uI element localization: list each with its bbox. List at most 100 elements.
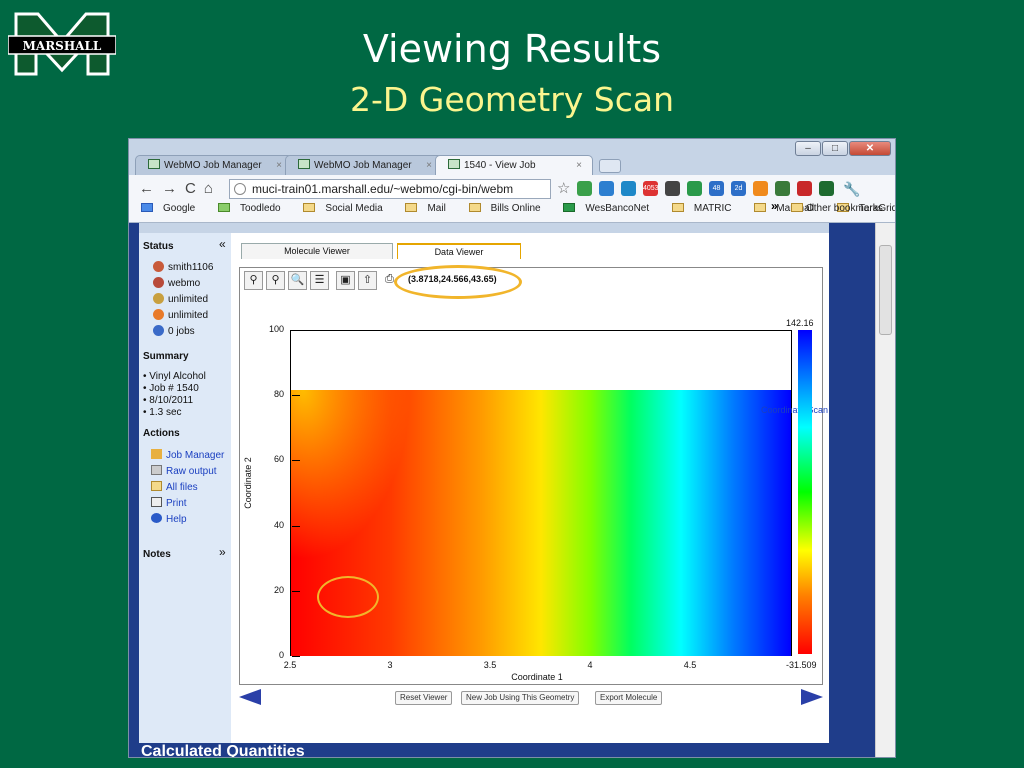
tab-data-viewer[interactable]: Data Viewer [397,243,521,259]
extension-feed-icon[interactable] [687,181,702,196]
bookmark-wesbanconet[interactable]: WesBancoNet [563,203,659,214]
bookmark-folder-matric[interactable]: MATRIC [671,203,742,214]
bookmark-folder-mail[interactable]: Mail [405,203,455,214]
wrench-icon[interactable]: 🔧 [843,181,860,197]
previous-arrow-icon[interactable] [239,689,261,705]
extension-evernote-icon[interactable] [775,181,790,196]
tab-strip: WebMO Job Manager × WebMO Job Manager × … [135,155,621,175]
calculated-quantities-heading: Calculated Quantities [141,743,305,758]
page-scrollbar[interactable] [875,223,895,757]
bookmark-folder-social-media[interactable]: Social Media [303,203,392,214]
next-arrow-icon[interactable] [801,689,823,705]
y-tick-mark [292,460,300,462]
colorbar [798,330,812,654]
action-help[interactable]: Help [151,513,187,525]
extension-blogger-icon[interactable] [753,181,768,196]
close-tab-icon[interactable]: × [276,156,282,175]
expand-notes-icon[interactable]: » [219,545,226,559]
extension-misc-icon[interactable] [665,181,680,196]
tab-label: WebMO Job Manager [164,160,262,171]
y-tick-label: 100 [268,324,284,334]
extension-plus-icon[interactable] [819,181,834,196]
magnify-icon[interactable]: 🔍 [288,271,307,290]
close-window-button[interactable]: ✕ [849,141,891,156]
heatmap-plot-area[interactable]: Coordinate Scan [290,330,828,656]
tab-webmo-2[interactable]: WebMO Job Manager × [285,155,443,175]
extension-check-icon[interactable] [577,181,592,196]
y-tick-mark [292,525,300,527]
new-tab-button[interactable] [599,159,621,173]
clock-icon [153,309,164,320]
export-molecule-button[interactable]: Export Molecule [595,691,663,705]
jobs-icon [153,325,164,336]
bookmarks-overflow-icon[interactable]: » [771,199,778,213]
status-user: smith1106 [153,261,213,273]
summary-item: • Vinyl Alcohol [143,371,206,382]
status-group: webmo [153,277,200,289]
webmo-favicon-icon [148,159,160,169]
extension-share-icon[interactable] [621,181,636,196]
zoom-out-icon[interactable]: ⚲ [266,271,285,290]
status-jobs: 0 jobs [153,325,195,337]
extension-translate-icon[interactable] [599,181,614,196]
extension-badge-icon[interactable]: 48 [709,181,724,196]
y-tick-mark [292,590,300,592]
action-job-manager[interactable]: Job Manager [151,449,224,461]
help-icon [151,513,162,523]
other-bookmarks[interactable]: Other bookmarks [791,203,883,214]
bookmark-google[interactable]: Google [141,203,205,214]
maximize-button[interactable]: □ [822,141,848,156]
heatmap-gradient-overlay [291,389,411,560]
home-icon [151,449,162,459]
x-tick-label: 3 [387,660,393,670]
home-icon[interactable]: ⌂ [204,180,221,197]
zoom-in-icon[interactable]: ⚲ [244,271,263,290]
address-bar[interactable]: muci-train01.marshall.edu/~webmo/cgi-bin… [229,179,551,199]
bookmark-star-icon[interactable]: ☆ [557,179,570,197]
reload-icon[interactable]: C [185,180,204,197]
page-info-icon[interactable] [234,183,246,195]
action-all-files[interactable]: All files [151,481,198,493]
back-icon[interactable]: ← [139,180,162,197]
close-tab-icon[interactable]: × [426,156,432,175]
notes-heading: Notes [143,549,171,560]
data-viewer-panel: ⚲ ⚲ 🔍 ☰ ▣ ⇧ ⎙ (3.8718,24.566,43.65) Coor… [239,265,828,685]
extension-mail-icon[interactable]: 4053 [643,181,659,196]
extension-calendar-icon[interactable]: 2d [731,181,746,196]
save-icon[interactable]: ▣ [336,271,355,290]
coordinate-readout: (3.8718,24.566,43.65) [408,274,497,284]
status-time: unlimited [153,309,208,321]
summary-item: • 8/10/2011 [143,395,194,406]
plot-legend: Coordinate Scan [761,405,829,415]
bookmark-toodledo[interactable]: Toodledo [218,203,291,214]
x-tick-label: 2.5 [283,660,297,670]
slide-title: Viewing Results [362,27,662,71]
address-text: muci-train01.marshall.edu/~webmo/cgi-bin… [252,182,514,196]
webmo-favicon-icon [448,159,460,169]
window-controls: – □ ✕ [795,141,891,156]
forward-icon[interactable]: → [162,180,185,197]
reset-viewer-button[interactable]: Reset Viewer [395,691,453,705]
scrollbar-thumb[interactable] [879,245,892,335]
tab-label: 1540 - View Job [464,160,536,171]
tab-webmo-1[interactable]: WebMO Job Manager × [135,155,293,175]
export-icon[interactable]: ⇧ [358,271,377,290]
folder-icon [151,481,162,491]
nav-buttons: ←→C⌂ [139,180,221,197]
collapse-sidebar-icon[interactable]: « [219,237,226,251]
tab-molecule-viewer[interactable]: Molecule Viewer [241,243,393,259]
browser-toolbar: ←→C⌂ muci-train01.marshall.edu/~webmo/cg… [129,175,895,223]
bookmark-folder-bills-online[interactable]: Bills Online [468,203,551,214]
minimize-button[interactable]: – [795,141,821,156]
tab-label: WebMO Job Manager [314,160,412,171]
action-print[interactable]: Print [151,497,187,509]
close-tab-icon[interactable]: × [576,156,582,175]
tab-view-job[interactable]: 1540 - View Job × [435,155,593,175]
list-icon[interactable]: ☰ [310,271,329,290]
action-raw-output[interactable]: Raw output [151,465,217,477]
status-disk: unlimited [153,293,208,305]
new-job-geometry-button[interactable]: New Job Using This Geometry [461,691,580,705]
extension-pdf-icon[interactable] [797,181,812,196]
page-margin-left [129,223,139,757]
summary-item: • 1.3 sec [143,407,182,418]
